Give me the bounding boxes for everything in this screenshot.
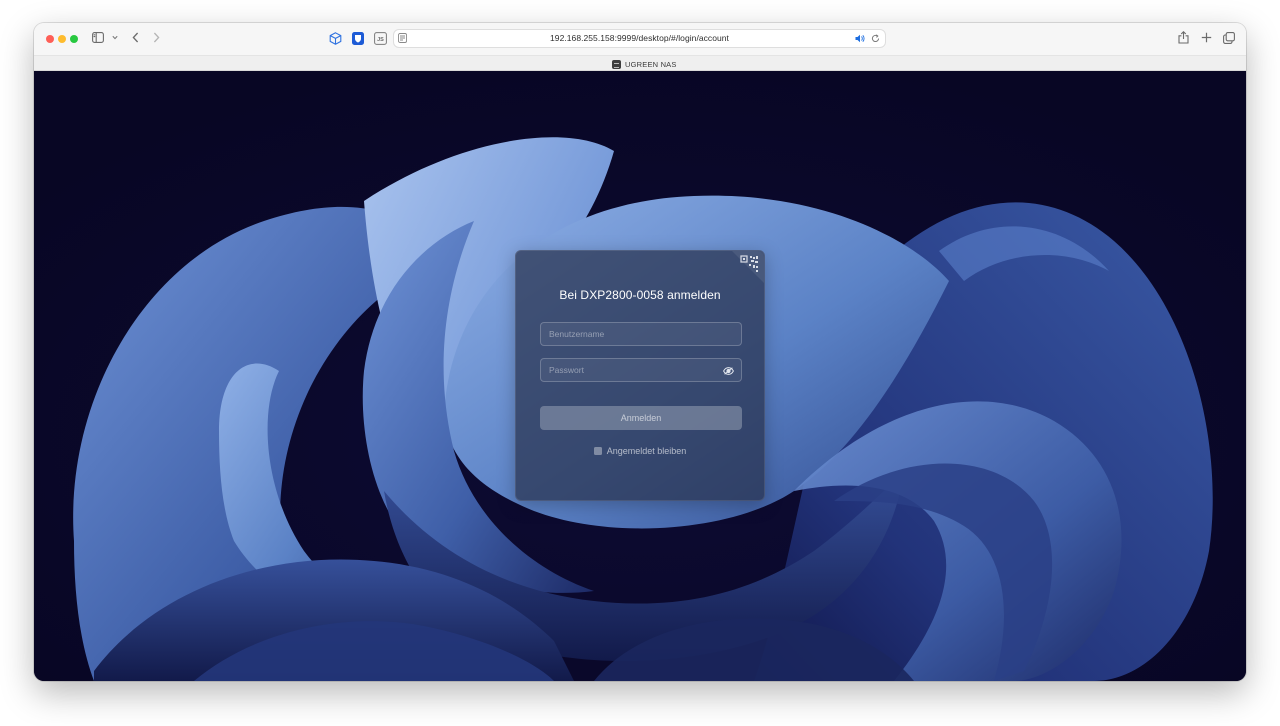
tab-title: UGREEN NAS — [625, 59, 677, 69]
remember-label[interactable]: Angemeldet bleiben — [607, 446, 687, 456]
chevron-right-icon[interactable] — [153, 32, 160, 43]
chevron-down-icon[interactable] — [112, 35, 118, 40]
login-title: Bei DXP2800-0058 anmelden — [559, 288, 721, 302]
minimize-window-button[interactable] — [58, 35, 66, 43]
login-button[interactable]: Anmelden — [540, 406, 742, 430]
plus-icon[interactable] — [1201, 32, 1212, 43]
speaker-icon[interactable] — [855, 34, 865, 43]
chevron-left-icon[interactable] — [132, 32, 139, 43]
cube-icon[interactable] — [329, 32, 342, 45]
share-icon[interactable] — [1178, 31, 1189, 44]
sidebar-icon[interactable] — [92, 32, 104, 43]
tab-ugreen-nas[interactable]: UGREEN NAS — [612, 58, 677, 70]
page-content: Bei DXP2800-0058 anmelden Anmelden Angem… — [34, 71, 1246, 681]
username-field[interactable] — [540, 322, 742, 346]
address-bar[interactable]: 192.168.255.158:9999/desktop/#/login/acc… — [393, 29, 886, 48]
tab-bar: UGREEN NAS — [34, 55, 1246, 71]
eye-icon[interactable] — [722, 365, 734, 376]
browser-toolbar: JS 192.168.255.158:9999/desktop/#/login/… — [34, 23, 1246, 55]
zoom-window-button[interactable] — [70, 35, 78, 43]
nas-icon — [612, 59, 621, 69]
reload-icon[interactable] — [871, 34, 880, 43]
tabs-overview-icon[interactable] — [1223, 32, 1235, 44]
url-text[interactable]: 192.168.255.158:9999/desktop/#/login/acc… — [394, 30, 885, 47]
js-icon[interactable]: JS — [374, 32, 387, 45]
qr-code-icon[interactable] — [732, 251, 764, 283]
remember-me[interactable]: Angemeldet bleiben — [516, 446, 764, 456]
password-input[interactable] — [541, 359, 741, 381]
password-field[interactable] — [540, 358, 742, 382]
svg-text:JS: JS — [377, 37, 384, 43]
bitwarden-shield-icon[interactable] — [352, 32, 364, 45]
close-window-button[interactable] — [46, 35, 54, 43]
remember-checkbox[interactable] — [593, 447, 602, 455]
username-input[interactable] — [541, 323, 741, 345]
login-card: Bei DXP2800-0058 anmelden Anmelden Angem… — [515, 250, 765, 501]
browser-window: JS 192.168.255.158:9999/desktop/#/login/… — [34, 23, 1246, 681]
